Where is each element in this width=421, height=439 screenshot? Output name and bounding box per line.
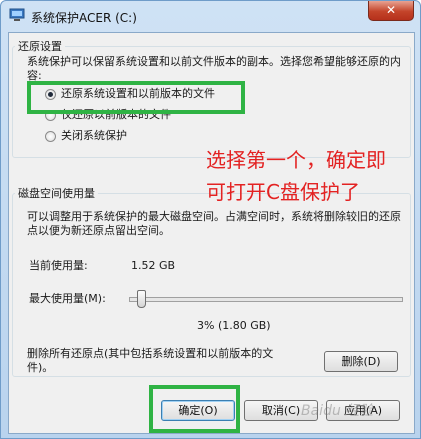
current-usage-value: 1.52 GB — [131, 259, 176, 272]
max-usage-slider-track[interactable] — [129, 297, 403, 302]
computer-icon — [9, 8, 25, 21]
option-turn-off-protection-label[interactable]: 关闭系统保护 — [61, 129, 127, 143]
max-usage-label: 最大使用量(M): — [29, 292, 106, 305]
disk-usage-title: 磁盘空间使用量 — [15, 185, 98, 201]
restore-description: 系统保护可以保留系统设置和以前文件版本的副本。选择您希望能够还原的内容: — [27, 55, 401, 82]
window-title: 系统保护ACER (C:) — [31, 11, 137, 25]
delete-description: 删除所有还原点(其中包括系统设置和以前版本的文件)。 — [27, 347, 274, 374]
highlight-ok-button — [149, 385, 240, 433]
watermark: Baidu 经验 — [301, 403, 374, 419]
radio-turn-off-protection[interactable] — [45, 131, 56, 142]
restore-settings-title: 还原设置 — [15, 38, 65, 54]
system-protection-window: 系统保护ACER (C:) ✕ 还原设置 系统保护可以保留系统设置和以前文件版本… — [0, 0, 421, 439]
close-button[interactable]: ✕ — [368, 1, 414, 21]
delete-button[interactable]: 删除(D) — [324, 351, 398, 372]
annotation-line-1: 选择第一个，确定即 — [206, 148, 386, 172]
title-bar[interactable]: 系统保护ACER (C:) ✕ — [1, 1, 420, 31]
annotation-line-2: 可打开C盘保护了 — [206, 180, 360, 204]
disk-usage-description: 可以调整用于系统保护的最大磁盘空间。占满空间时，系统将删除较旧的还原点以便为新还… — [27, 210, 401, 237]
max-usage-value: 3% (1.80 GB) — [197, 319, 271, 332]
current-usage-label: 当前使用量: — [29, 259, 88, 272]
max-usage-slider-thumb[interactable] — [136, 290, 146, 308]
highlight-first-option — [27, 81, 245, 114]
